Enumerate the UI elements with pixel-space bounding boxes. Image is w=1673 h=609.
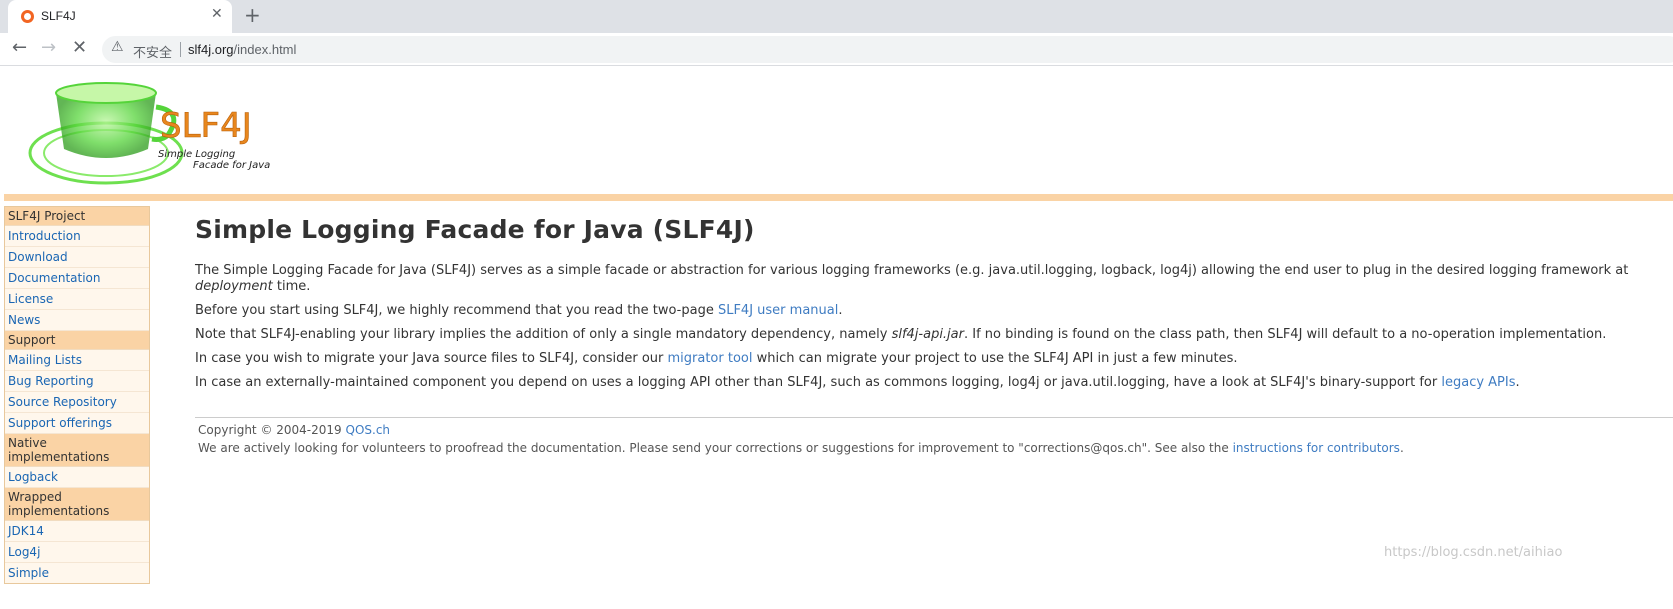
dependency-text: Note that SLF4J-enabling your library im… xyxy=(195,327,892,342)
close-icon[interactable]: ✕ xyxy=(211,6,223,22)
volunteer-line: We are actively looking for volunteers t… xyxy=(198,439,1668,457)
volunteer-text: We are actively looking for volunteers t… xyxy=(198,441,1233,455)
legacy-apis-link[interactable]: legacy APIs xyxy=(1441,375,1515,390)
intro-emphasis: deployment xyxy=(195,279,273,294)
browser-chrome: SLF4J ✕ + ← → ✕ ⚠ 不安全 slf4j.org/index.ht… xyxy=(0,0,1673,67)
address-bar[interactable]: ⚠ 不安全 slf4j.org/index.html xyxy=(102,36,1673,63)
migrate-paragraph: In case you wish to migrate your Java so… xyxy=(195,351,1673,367)
page-title: Simple Logging Facade for Java (SLF4J) xyxy=(195,215,755,244)
insecure-label: 不安全 xyxy=(133,46,173,61)
cup-rim xyxy=(55,82,157,104)
sidebar-item-jdk14[interactable]: JDK14 xyxy=(5,521,149,542)
qos-link[interactable]: QOS.ch xyxy=(346,423,391,437)
intro-end: time. xyxy=(272,279,311,294)
page-footer: Copyright © 2004-2019 QOS.ch We are acti… xyxy=(198,421,1668,457)
migrate-text: In case you wish to migrate your Java so… xyxy=(195,351,668,366)
forward-arrow-icon[interactable]: → xyxy=(41,37,56,58)
logo-tagline-1: Simple Logging xyxy=(158,149,235,160)
contributors-link[interactable]: instructions for contributors xyxy=(1233,441,1400,455)
stop-icon[interactable]: ✕ xyxy=(72,37,87,58)
manual-text: Before you start using SLF4J, we highly … xyxy=(195,303,718,318)
volunteer-end: . xyxy=(1399,441,1404,455)
migrator-tool-link[interactable]: migrator tool xyxy=(668,351,753,366)
header-divider-bar xyxy=(4,194,1673,201)
tab-strip: SLF4J ✕ + xyxy=(0,0,1673,33)
browser-toolbar: ← → ✕ ⚠ 不安全 slf4j.org/index.html xyxy=(0,33,1673,66)
sidebar-item-bug-reporting[interactable]: Bug Reporting xyxy=(5,371,149,392)
slf4j-logo[interactable]: SLF4J Simple Logging Facade for Java xyxy=(28,75,278,190)
omnibox-divider xyxy=(180,42,181,57)
page-content: SLF4J Simple Logging Facade for Java SLF… xyxy=(0,67,1673,609)
sidebar-section-support: Support xyxy=(5,331,149,350)
legacy-text: In case an externally-maintained compone… xyxy=(195,375,1442,390)
url-path: /index.html xyxy=(233,42,297,57)
sidebar-item-logback[interactable]: Logback xyxy=(5,467,149,488)
sidebar-section-wrapped-implementations: Wrapped implementations xyxy=(5,488,149,521)
copyright-line: Copyright © 2004-2019 QOS.ch xyxy=(198,421,1668,439)
legacy-paragraph: In case an externally-maintained compone… xyxy=(195,375,1673,391)
back-arrow-icon[interactable]: ← xyxy=(12,37,27,58)
intro-text: The Simple Logging Facade for Java (SLF4… xyxy=(195,263,1629,278)
logo-tagline-2: Facade for Java xyxy=(193,160,270,171)
sidebar-section-slf4j-project: SLF4J Project xyxy=(5,207,149,226)
sidebar-menu: SLF4J Project Introduction Download Docu… xyxy=(4,206,150,584)
footer-divider xyxy=(195,417,1673,418)
sidebar-item-simple[interactable]: Simple xyxy=(5,563,149,583)
sidebar-section-native-implementations: Native implementations xyxy=(5,434,149,467)
new-tab-icon[interactable]: + xyxy=(244,3,261,27)
logo-wordmark: SLF4J xyxy=(160,106,252,146)
manual-end: . xyxy=(838,303,843,318)
legacy-end: . xyxy=(1515,375,1520,390)
dependency-paragraph: Note that SLF4J-enabling your library im… xyxy=(195,327,1673,343)
sidebar-item-license[interactable]: License xyxy=(5,289,149,310)
manual-paragraph: Before you start using SLF4J, we highly … xyxy=(195,303,1673,319)
sidebar-item-news[interactable]: News xyxy=(5,310,149,331)
watermark: https://blog.csdn.net/aihiao xyxy=(1384,545,1563,560)
sidebar-item-documentation[interactable]: Documentation xyxy=(5,268,149,289)
sidebar-item-support-offerings[interactable]: Support offerings xyxy=(5,413,149,434)
sidebar-item-introduction[interactable]: Introduction xyxy=(5,226,149,247)
favicon-icon xyxy=(21,10,34,23)
url-host: slf4j.org xyxy=(188,42,234,57)
sidebar-item-log4j[interactable]: Log4j xyxy=(5,542,149,563)
dependency-emphasis: slf4j-api.jar xyxy=(891,327,964,342)
sidebar-item-source-repository[interactable]: Source Repository xyxy=(5,392,149,413)
sidebar-item-mailing-lists[interactable]: Mailing Lists xyxy=(5,350,149,371)
migrate-end: which can migrate your project to use th… xyxy=(752,351,1238,366)
url-text[interactable]: slf4j.org/index.html xyxy=(188,42,296,57)
user-manual-link[interactable]: SLF4J user manual xyxy=(718,303,838,318)
main-content: Simple Logging Facade for Java (SLF4J) T… xyxy=(195,215,1673,399)
browser-tab[interactable]: SLF4J ✕ xyxy=(8,0,232,33)
sidebar-item-download[interactable]: Download xyxy=(5,247,149,268)
intro-paragraph: The Simple Logging Facade for Java (SLF4… xyxy=(195,263,1673,295)
copyright-text: Copyright © 2004-2019 xyxy=(198,423,346,437)
warning-icon: ⚠ xyxy=(111,39,124,55)
dependency-end: . If no binding is found on the class pa… xyxy=(963,327,1607,342)
tab-title: SLF4J xyxy=(41,9,76,23)
